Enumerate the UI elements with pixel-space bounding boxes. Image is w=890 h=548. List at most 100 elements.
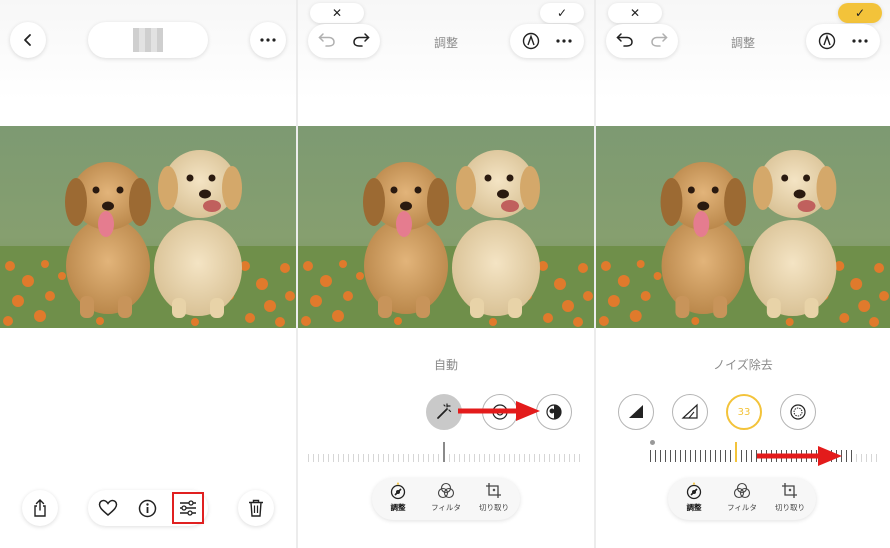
noise-value: 33 <box>737 406 751 418</box>
sharpness-tool[interactable] <box>618 394 654 430</box>
done-button[interactable]: ✓ <box>838 3 882 23</box>
crop-rotate-icon <box>486 483 501 498</box>
tab-adjust-label: 調整 <box>390 503 406 512</box>
edit-panel-noise: ✕ ✓ 調整 ノイズ除去 33 調整 フィルタ 切り取り <box>596 0 890 548</box>
adjust-dial-icon <box>686 482 702 500</box>
noise-reduction-tool[interactable]: 33 <box>726 394 762 430</box>
slider-tick <box>876 454 877 462</box>
slider-tick <box>474 454 475 462</box>
slider-tick <box>333 454 334 462</box>
slider-tick <box>499 454 500 462</box>
slider-tick <box>418 454 419 462</box>
slider-tick <box>700 450 701 462</box>
blurred-date-icon <box>133 28 163 52</box>
tab-filter[interactable]: フィルタ <box>424 482 468 513</box>
slider-tick <box>650 450 651 462</box>
vignette-tool[interactable] <box>780 394 816 430</box>
cancel-button[interactable]: ✕ <box>608 3 662 23</box>
done-button[interactable]: ✓ <box>540 3 584 23</box>
slider-tick <box>806 450 807 462</box>
tab-filter[interactable]: フィルタ <box>720 482 764 513</box>
noise-slider[interactable] <box>650 442 882 462</box>
slider-tick <box>539 454 540 462</box>
slider-tick <box>398 454 399 462</box>
edit-tab-bar: 調整 フィルタ 切り取り <box>372 478 520 520</box>
exposure-tool[interactable] <box>482 394 518 430</box>
slider-tick <box>383 454 384 462</box>
slider-tick <box>569 454 570 462</box>
slider-tick <box>756 450 757 462</box>
delete-button[interactable] <box>238 490 274 526</box>
markup-more-pill <box>510 24 584 58</box>
tab-filter-label: フィルタ <box>727 503 757 512</box>
markup-button[interactable] <box>818 32 836 50</box>
slider-tick <box>368 454 369 462</box>
ellipsis-icon <box>852 39 868 43</box>
slider-tick <box>534 454 535 462</box>
slider-tick <box>323 454 324 462</box>
auto-enhance-tool[interactable] <box>426 394 462 430</box>
adjust-mode-label: 自動 <box>433 358 458 372</box>
vignette-icon <box>790 404 806 420</box>
slider-tick <box>761 450 762 462</box>
definition-tool[interactable] <box>672 394 708 430</box>
sliders-icon <box>180 500 196 516</box>
slider-tick <box>529 454 530 462</box>
slider-tick <box>574 454 575 462</box>
cancel-button[interactable]: ✕ <box>310 3 364 23</box>
info-icon <box>138 499 157 518</box>
slider-tick <box>393 454 394 462</box>
slider-tick <box>524 454 525 462</box>
slider-tick <box>549 454 550 462</box>
tab-adjust[interactable]: 調整 <box>672 482 716 513</box>
slider-tick <box>715 450 716 462</box>
more-button[interactable] <box>852 39 868 43</box>
slider-tick <box>564 454 565 462</box>
definition-icon <box>681 403 698 419</box>
ellipsis-icon <box>260 38 276 42</box>
tab-crop-label: 切り取り <box>775 503 805 512</box>
adjust-dial-icon <box>390 482 406 500</box>
slider-tick <box>741 450 742 462</box>
share-button[interactable] <box>22 490 58 526</box>
more-button[interactable] <box>250 22 286 58</box>
slider-tick <box>454 454 455 462</box>
photo-info-pill[interactable] <box>88 22 208 58</box>
back-button[interactable] <box>10 22 46 58</box>
slider-tick <box>504 454 505 462</box>
done-label: ✓ <box>556 6 568 20</box>
chevron-left-icon <box>24 34 31 46</box>
slider-tick <box>363 454 364 462</box>
brilliance-tool[interactable] <box>536 394 572 430</box>
slider-tick <box>705 450 706 462</box>
ellipsis-icon <box>556 39 572 43</box>
adjust-button[interactable] <box>172 492 204 524</box>
markup-button[interactable] <box>522 32 540 50</box>
slider-tick <box>766 450 767 462</box>
slider-tick <box>695 450 696 462</box>
edit-tab-bar: 調整 フィルタ 切り取り <box>668 478 816 520</box>
cancel-label: ✕ <box>331 6 343 20</box>
slider-tick <box>655 450 656 462</box>
slider-tick <box>831 450 832 462</box>
favorite-button[interactable] <box>98 499 118 517</box>
done-label: ✓ <box>854 6 866 20</box>
info-button[interactable] <box>138 499 157 518</box>
slider-tick <box>423 454 424 462</box>
tab-crop[interactable]: 切り取り <box>768 482 812 513</box>
slider-tick <box>776 450 777 462</box>
brilliance-icon <box>546 404 562 420</box>
auto-slider[interactable] <box>308 440 584 462</box>
slider-tick <box>438 454 439 462</box>
magic-wand-icon <box>437 403 452 419</box>
slider-tick <box>519 454 520 462</box>
tab-crop[interactable]: 切り取り <box>472 482 516 513</box>
tab-crop-label: 切り取り <box>479 503 509 512</box>
crop-rotate-icon <box>782 483 797 498</box>
markup-more-pill <box>806 24 880 58</box>
slider-tick <box>771 450 772 462</box>
slider-tick <box>484 454 485 462</box>
slider-tick <box>514 454 515 462</box>
more-button[interactable] <box>556 39 572 43</box>
tab-adjust[interactable]: 調整 <box>376 482 420 513</box>
